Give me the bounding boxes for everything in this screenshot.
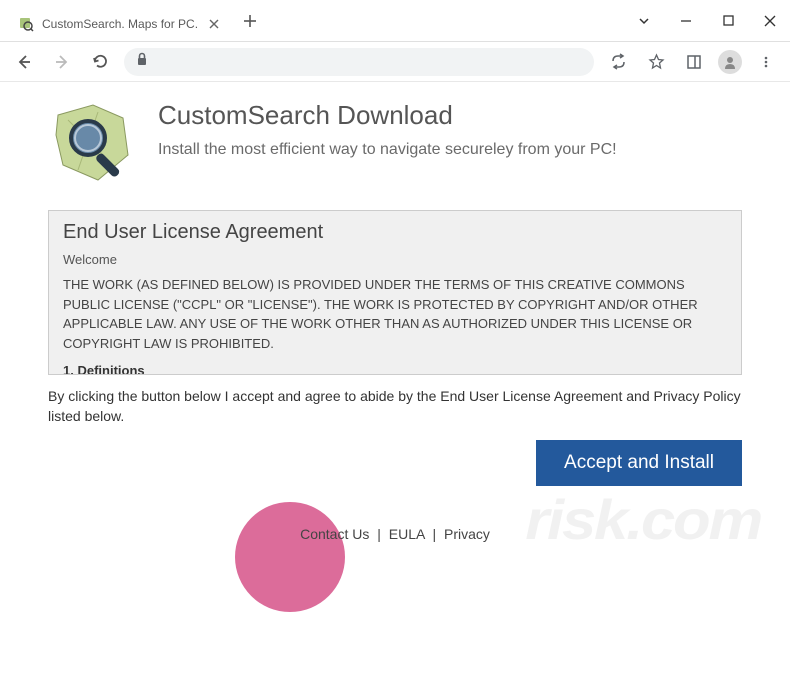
- eula-scrollbox[interactable]: End User License Agreement Welcome THE W…: [48, 210, 742, 375]
- back-button[interactable]: [10, 48, 38, 76]
- eula-welcome: Welcome: [63, 252, 727, 267]
- separator: |: [377, 526, 381, 542]
- address-bar[interactable]: [124, 48, 594, 76]
- page-viewport: risk.com CustomSearch Download Install t…: [0, 82, 790, 692]
- chevron-down-icon[interactable]: [632, 9, 656, 33]
- consent-text: By clicking the button below I accept an…: [48, 387, 742, 426]
- eula-paragraph: THE WORK (AS DEFINED BELOW) IS PROVIDED …: [63, 275, 727, 353]
- forward-button[interactable]: [48, 48, 76, 76]
- page-title: CustomSearch Download: [158, 100, 617, 131]
- action-row: Accept and Install: [48, 440, 742, 486]
- eula-heading: End User License Agreement: [63, 221, 727, 244]
- profile-avatar[interactable]: [718, 50, 742, 74]
- navigation-bar: [0, 42, 790, 82]
- close-tab-icon[interactable]: [206, 16, 222, 32]
- accept-install-button[interactable]: Accept and Install: [536, 440, 742, 486]
- window-titlebar: CustomSearch. Maps for PC.: [0, 0, 790, 42]
- share-icon[interactable]: [604, 48, 632, 76]
- reload-button[interactable]: [86, 48, 114, 76]
- eula-section-title: 1. Definitions: [63, 363, 727, 374]
- close-window-icon[interactable]: [758, 9, 782, 33]
- footer-contact-link[interactable]: Contact Us: [300, 526, 369, 542]
- tab-favicon: [18, 16, 34, 32]
- separator: |: [432, 526, 436, 542]
- toolbar-right: [604, 48, 780, 76]
- footer-privacy-link[interactable]: Privacy: [444, 526, 490, 542]
- new-tab-button[interactable]: [236, 7, 264, 35]
- page-header: CustomSearch Download Install the most e…: [30, 100, 760, 202]
- tab-title: CustomSearch. Maps for PC.: [42, 17, 198, 31]
- side-panel-icon[interactable]: [680, 48, 708, 76]
- app-logo: [48, 100, 138, 190]
- browser-tab[interactable]: CustomSearch. Maps for PC.: [8, 10, 232, 38]
- bookmark-star-icon[interactable]: [642, 48, 670, 76]
- content-card: CustomSearch Download Install the most e…: [30, 82, 760, 498]
- footer-links: Contact Us | EULA | Privacy: [0, 526, 790, 542]
- window-controls: [632, 9, 782, 33]
- minimize-icon[interactable]: [674, 9, 698, 33]
- footer-eula-link[interactable]: EULA: [389, 526, 425, 542]
- lock-icon: [136, 52, 148, 71]
- menu-dots-icon[interactable]: [752, 48, 780, 76]
- circle-decoration: [235, 502, 345, 612]
- page-subtitle: Install the most efficient way to naviga…: [158, 141, 617, 159]
- maximize-icon[interactable]: [716, 9, 740, 33]
